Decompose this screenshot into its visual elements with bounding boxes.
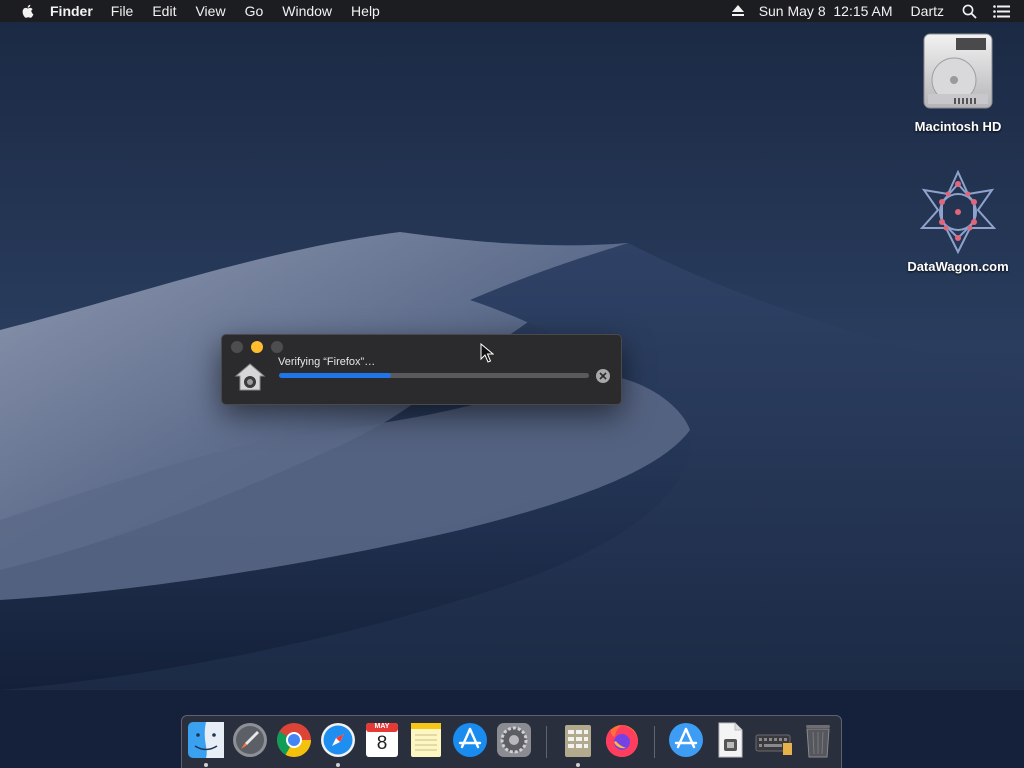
running-indicator [204, 763, 208, 767]
dock: MAY 8 [181, 715, 842, 768]
spotlight-search-icon[interactable] [962, 4, 977, 19]
mouse-cursor-icon [480, 343, 494, 363]
dock-applications-folder-icon[interactable] [667, 721, 705, 759]
window-minimize-button[interactable] [251, 341, 263, 353]
dock-system-preferences-icon[interactable] [495, 721, 533, 759]
dock-app-store-icon[interactable] [451, 721, 489, 759]
window-zoom-button[interactable] [271, 341, 283, 353]
dock-calendar-icon[interactable]: MAY 8 [363, 721, 401, 759]
calendar-day: 8 [376, 733, 388, 754]
desktop-icon-label: DataWagon.com [907, 259, 1009, 274]
window-close-button[interactable] [231, 341, 243, 353]
dock-safari-icon[interactable] [319, 721, 357, 759]
dock-installer-archive-icon[interactable] [559, 721, 597, 759]
dock-firefox-icon[interactable] [603, 721, 641, 759]
progress-bar [279, 373, 589, 378]
cancel-button[interactable] [596, 369, 610, 383]
dock-finder-icon[interactable] [187, 721, 225, 759]
datawagon-logo-icon [919, 169, 997, 255]
calendar-month: MAY [374, 723, 390, 730]
running-indicator [576, 763, 580, 767]
desktop-icon-label: Macintosh HD [914, 119, 1002, 134]
installer-house-icon [234, 363, 266, 391]
menu-file[interactable]: File [111, 0, 134, 22]
menu-edit[interactable]: Edit [152, 0, 176, 22]
menu-help[interactable]: Help [351, 0, 380, 22]
dock-trash-icon[interactable] [799, 721, 837, 759]
menu-window[interactable]: Window [282, 0, 332, 22]
eject-icon[interactable] [731, 5, 745, 17]
menu-bar: Finder File Edit View Go Window Help Sun… [0, 0, 1024, 22]
menu-go[interactable]: Go [245, 0, 264, 22]
dock-launchpad-icon[interactable] [231, 721, 269, 759]
dock-document-icon[interactable] [711, 721, 749, 759]
dock-chrome-icon[interactable] [275, 721, 313, 759]
dock-separator [546, 726, 547, 758]
menu-view[interactable]: View [195, 0, 225, 22]
hard-drive-icon [923, 33, 993, 109]
running-indicator [336, 763, 340, 767]
dock-downloads-stack-icon[interactable] [755, 721, 793, 759]
menubar-user[interactable]: Dartz [911, 0, 944, 22]
dock-separator [654, 726, 655, 758]
menu-finder[interactable]: Finder [50, 0, 93, 22]
apple-icon[interactable] [20, 3, 36, 19]
notification-center-icon[interactable] [993, 4, 1010, 18]
desktop-icon-datawagon[interactable]: DataWagon.com [898, 168, 1018, 274]
progress-bar-fill [279, 373, 391, 378]
verifying-progress-window: Verifying “Firefox”… [221, 334, 622, 405]
cancel-x-icon [599, 372, 607, 380]
progress-label: Verifying “Firefox”… [278, 356, 376, 368]
desktop-icon-macintosh-hd[interactable]: Macintosh HD [898, 32, 1018, 134]
menubar-clock[interactable]: Sun May 8 12:15 AM [759, 0, 893, 22]
dock-notes-icon[interactable] [407, 721, 445, 759]
